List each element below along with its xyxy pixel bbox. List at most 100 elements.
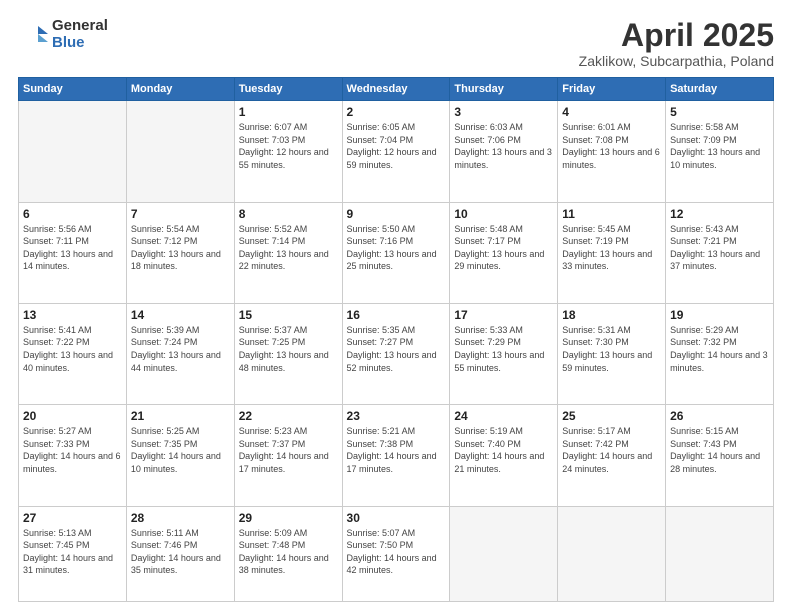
weekday-header-row: Sunday Monday Tuesday Wednesday Thursday…: [19, 78, 774, 101]
day-number: 23: [347, 409, 446, 423]
table-row: 25 Sunrise: 5:17 AMSunset: 7:42 PMDayligh…: [558, 405, 666, 506]
day-number: 11: [562, 207, 661, 221]
day-number: 28: [131, 511, 230, 525]
day-info: Sunrise: 5:11 AMSunset: 7:46 PMDaylight:…: [131, 527, 230, 577]
table-row: 23Sunrise: 5:21 AMSunset: 7:38 PMDayligh…: [342, 405, 450, 506]
day-info: Sunrise: 5:37 AMSunset: 7:25 PMDaylight:…: [239, 324, 338, 374]
page: General Blue April 2025 Zaklikow, Subcar…: [0, 0, 792, 612]
day-number: 30: [347, 511, 446, 525]
day-info: Sunrise: 5:33 AMSunset: 7:29 PMDaylight:…: [454, 324, 553, 374]
table-row: 14Sunrise: 5:39 AMSunset: 7:24 PMDayligh…: [126, 303, 234, 404]
table-row: 29 Sunrise: 5:09 AMSunset: 7:48 PMDayligh…: [234, 506, 342, 601]
header-thursday: Thursday: [450, 78, 558, 101]
title-block: April 2025 Zaklikow, Subcarpathia, Polan…: [579, 18, 774, 69]
table-row: 3 Sunrise: 6:03 AMSunset: 7:06 PMDaylight…: [450, 101, 558, 202]
day-number: 7: [131, 207, 230, 221]
header: General Blue April 2025 Zaklikow, Subcar…: [18, 18, 774, 69]
day-number: 12: [670, 207, 769, 221]
calendar-table: Sunday Monday Tuesday Wednesday Thursday…: [18, 77, 774, 602]
table-row: 9Sunrise: 5:50 AMSunset: 7:16 PMDaylight…: [342, 202, 450, 303]
day-number: 10: [454, 207, 553, 221]
logo-icon: [18, 20, 48, 50]
header-wednesday: Wednesday: [342, 78, 450, 101]
day-number: 25: [562, 409, 661, 423]
table-row: 21 Sunrise: 5:25 AMSunset: 7:35 PMDayligh…: [126, 405, 234, 506]
day-number: 29: [239, 511, 338, 525]
day-info: Sunrise: 5:15 AMSunset: 7:43 PMDaylight:…: [670, 425, 769, 475]
day-number: 19: [670, 308, 769, 322]
table-row: 18Sunrise: 5:31 AMSunset: 7:30 PMDayligh…: [558, 303, 666, 404]
day-info: Sunrise: 6:05 AMSunset: 7:04 PMDaylight:…: [347, 121, 446, 171]
day-info: Sunrise: 5:54 AMSunset: 7:12 PMDaylight:…: [131, 223, 230, 273]
day-info: Sunrise: 5:19 AMSunset: 7:40 PMDaylight:…: [454, 425, 553, 475]
day-number: 13: [23, 308, 122, 322]
header-monday: Monday: [126, 78, 234, 101]
table-row: 7 Sunrise: 5:54 AMSunset: 7:12 PMDaylight…: [126, 202, 234, 303]
table-row: [450, 506, 558, 601]
day-number: 2: [347, 105, 446, 119]
table-row: 17 Sunrise: 5:33 AMSunset: 7:29 PMDayligh…: [450, 303, 558, 404]
day-number: 16: [347, 308, 446, 322]
table-row: 1 Sunrise: 6:07 AMSunset: 7:03 PMDaylight…: [234, 101, 342, 202]
day-info: Sunrise: 6:01 AMSunset: 7:08 PMDaylight:…: [562, 121, 661, 171]
day-info: Sunrise: 5:29 AMSunset: 7:32 PMDaylight:…: [670, 324, 769, 374]
day-number: 8: [239, 207, 338, 221]
logo-text: General Blue: [52, 18, 108, 51]
table-row: 6 Sunrise: 5:56 AMSunset: 7:11 PMDaylight…: [19, 202, 127, 303]
table-row: 5 Sunrise: 5:58 AMSunset: 7:09 PMDaylight…: [666, 101, 774, 202]
day-number: 17: [454, 308, 553, 322]
day-info: Sunrise: 5:56 AMSunset: 7:11 PMDaylight:…: [23, 223, 122, 273]
day-info: Sunrise: 5:09 AMSunset: 7:48 PMDaylight:…: [239, 527, 338, 577]
table-row: 11 Sunrise: 5:45 AMSunset: 7:19 PMDayligh…: [558, 202, 666, 303]
day-number: 3: [454, 105, 553, 119]
day-number: 14: [131, 308, 230, 322]
day-info: Sunrise: 5:13 AMSunset: 7:45 PMDaylight:…: [23, 527, 122, 577]
table-row: 13 Sunrise: 5:41 AMSunset: 7:22 PMDayligh…: [19, 303, 127, 404]
day-info: Sunrise: 5:25 AMSunset: 7:35 PMDaylight:…: [131, 425, 230, 475]
header-tuesday: Tuesday: [234, 78, 342, 101]
day-number: 1: [239, 105, 338, 119]
day-info: Sunrise: 5:17 AMSunset: 7:42 PMDaylight:…: [562, 425, 661, 475]
day-number: 18: [562, 308, 661, 322]
day-number: 21: [131, 409, 230, 423]
logo-general: General: [52, 18, 108, 35]
day-number: 9: [347, 207, 446, 221]
table-row: 22Sunrise: 5:23 AMSunset: 7:37 PMDayligh…: [234, 405, 342, 506]
logo-blue: Blue: [52, 35, 108, 52]
header-sunday: Sunday: [19, 78, 127, 101]
day-info: Sunrise: 5:41 AMSunset: 7:22 PMDaylight:…: [23, 324, 122, 374]
day-info: Sunrise: 5:52 AMSunset: 7:14 PMDaylight:…: [239, 223, 338, 273]
location-subtitle: Zaklikow, Subcarpathia, Poland: [579, 53, 774, 69]
day-number: 15: [239, 308, 338, 322]
day-number: 6: [23, 207, 122, 221]
table-row: 24 Sunrise: 5:19 AMSunset: 7:40 PMDayligh…: [450, 405, 558, 506]
logo: General Blue: [18, 18, 108, 51]
day-number: 26: [670, 409, 769, 423]
day-info: Sunrise: 5:35 AMSunset: 7:27 PMDaylight:…: [347, 324, 446, 374]
day-number: 4: [562, 105, 661, 119]
table-row: 8 Sunrise: 5:52 AMSunset: 7:14 PMDaylight…: [234, 202, 342, 303]
table-row: 28 Sunrise: 5:11 AMSunset: 7:46 PMDayligh…: [126, 506, 234, 601]
day-number: 5: [670, 105, 769, 119]
table-row: [19, 101, 127, 202]
day-info: Sunrise: 5:58 AMSunset: 7:09 PMDaylight:…: [670, 121, 769, 171]
table-row: 20 Sunrise: 5:27 AMSunset: 7:33 PMDayligh…: [19, 405, 127, 506]
day-number: 20: [23, 409, 122, 423]
day-info: Sunrise: 6:03 AMSunset: 7:06 PMDaylight:…: [454, 121, 553, 171]
table-row: 15 Sunrise: 5:37 AMSunset: 7:25 PMDayligh…: [234, 303, 342, 404]
table-row: 2 Sunrise: 6:05 AMSunset: 7:04 PMDaylight…: [342, 101, 450, 202]
day-info: Sunrise: 5:07 AMSunset: 7:50 PMDaylight:…: [347, 527, 446, 577]
day-info: Sunrise: 5:48 AMSunset: 7:17 PMDaylight:…: [454, 223, 553, 273]
table-row: 10 Sunrise: 5:48 AMSunset: 7:17 PMDayligh…: [450, 202, 558, 303]
day-info: Sunrise: 5:45 AMSunset: 7:19 PMDaylight:…: [562, 223, 661, 273]
day-info: Sunrise: 6:07 AMSunset: 7:03 PMDaylight:…: [239, 121, 338, 171]
header-saturday: Saturday: [666, 78, 774, 101]
table-row: 26 Sunrise: 5:15 AMSunset: 7:43 PMDayligh…: [666, 405, 774, 506]
month-title: April 2025: [579, 18, 774, 53]
table-row: 19 Sunrise: 5:29 AMSunset: 7:32 PMDayligh…: [666, 303, 774, 404]
day-number: 24: [454, 409, 553, 423]
table-row: 16 Sunrise: 5:35 AMSunset: 7:27 PMDayligh…: [342, 303, 450, 404]
day-info: Sunrise: 5:43 AMSunset: 7:21 PMDaylight:…: [670, 223, 769, 273]
table-row: 30 Sunrise: 5:07 AMSunset: 7:50 PMDayligh…: [342, 506, 450, 601]
day-info: Sunrise: 5:27 AMSunset: 7:33 PMDaylight:…: [23, 425, 122, 475]
